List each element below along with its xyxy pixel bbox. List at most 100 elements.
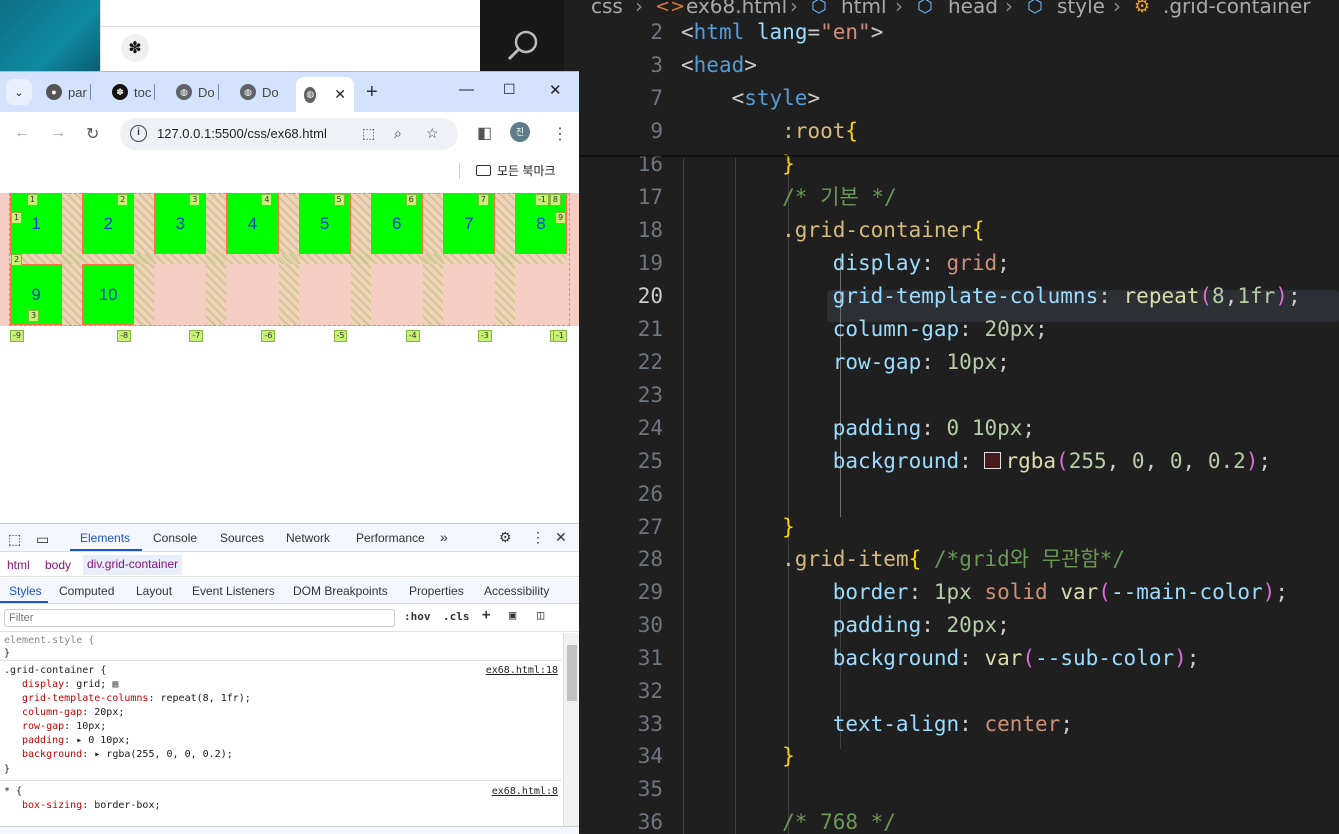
translate-icon[interactable]: ⬚	[362, 125, 375, 142]
style-prop[interactable]: padding: ▸ 0 10px;	[22, 735, 130, 746]
code-line[interactable]: 18 .grid-container{	[579, 214, 1339, 247]
zoom-icon[interactable]: ⌕	[394, 125, 402, 142]
line-number: 18	[637, 218, 663, 242]
code-line[interactable]: 3 <head>	[579, 49, 1339, 82]
forward-icon[interactable]: →	[50, 124, 66, 142]
styles-filter-input[interactable]	[4, 609, 395, 627]
hov-toggle[interactable]: :hov	[404, 610, 431, 623]
more-tabs-icon[interactable]: »	[440, 529, 448, 545]
breadcrumb-file[interactable]: ex68.html	[686, 0, 787, 18]
close-tab-icon[interactable]: ✕	[334, 86, 346, 103]
settings-gear-icon[interactable]: ⚙	[499, 529, 512, 546]
code-line[interactable]: 7 <style>	[579, 82, 1339, 115]
code-line[interactable]: 16 }	[579, 148, 1339, 181]
tab-sources[interactable]: Sources	[220, 531, 264, 545]
cls-toggle[interactable]: .cls	[443, 610, 470, 623]
code-line[interactable]: 34 }	[579, 740, 1339, 773]
app-icon[interactable]: ✽	[121, 34, 149, 62]
tab-performance[interactable]: Performance	[356, 531, 425, 545]
code-line[interactable]: 17 /* 기본 */	[579, 181, 1339, 214]
color-swatch[interactable]	[984, 452, 1002, 469]
code-line[interactable]: 31 background: var(--sub-color);	[579, 642, 1339, 675]
devtools-menu-icon[interactable]: ⋮	[531, 529, 545, 546]
device-toolbar-icon[interactable]: ▭	[36, 531, 49, 548]
breadcrumb-style[interactable]: style	[1057, 0, 1105, 18]
side-panel-icon[interactable]: ◧	[477, 123, 492, 143]
grid-line-label: 1	[27, 194, 39, 206]
minimize-icon[interactable]: —	[459, 81, 474, 98]
style-prop[interactable]: background: ▸ rgba(255, 0, 0, 0.2);	[22, 749, 233, 760]
breadcrumb-css[interactable]: css	[591, 0, 623, 18]
code-line[interactable]: 24 padding: 0 10px;	[579, 412, 1339, 445]
tab-console[interactable]: Console	[153, 531, 197, 545]
code-line[interactable]: 23	[579, 379, 1339, 412]
all-bookmarks-button[interactable]: 모든 북마크	[476, 162, 556, 179]
subtab-styles[interactable]: Styles	[9, 584, 42, 598]
reload-icon[interactable]: ↻	[86, 124, 99, 144]
breadcrumb-html[interactable]: html	[841, 0, 887, 18]
code-line[interactable]: 22 row-gap: 10px;	[579, 346, 1339, 379]
code-line[interactable]: 25 background: rgba(255, 0, 0, 0.2);	[579, 445, 1339, 478]
tab-1[interactable]: ● par	[46, 78, 91, 106]
new-rule-icon[interactable]: +	[482, 607, 490, 623]
tab-2[interactable]: ✽ toc	[112, 78, 156, 106]
close-devtools-icon[interactable]: ✕	[555, 529, 567, 546]
maximize-icon[interactable]: ☐	[503, 81, 516, 98]
code-line[interactable]: 29 border: 1px solid var(--main-color);	[579, 576, 1339, 609]
site-info-icon[interactable]: i	[130, 125, 147, 142]
address-bar[interactable]: i 127.0.0.1:5500/css/ex68.html ⬚ ⌕ ☆	[120, 118, 458, 150]
tab-elements[interactable]: Elements	[80, 531, 130, 545]
menu-dots-icon[interactable]: ⋮	[552, 124, 568, 144]
crumb-html[interactable]: html	[7, 558, 30, 572]
subtab-dom-breakpoints[interactable]: DOM Breakpoints	[293, 584, 388, 598]
code-line[interactable]: 33 text-align: center;	[579, 708, 1339, 741]
tab-network[interactable]: Network	[286, 531, 330, 545]
grid-line-label: -1	[553, 330, 567, 342]
grid-container[interactable]: 1234567891012345678-1-9-8-7-6-5-4-3-2-11…	[0, 193, 579, 342]
subtab-accessibility[interactable]: Accessibility	[484, 584, 549, 598]
sidebar-toggle-icon[interactable]: ◫	[537, 608, 544, 622]
code-line[interactable]: 26	[579, 478, 1339, 511]
style-prop[interactable]: grid-template-columns: repeat(8, 1fr);	[22, 693, 251, 704]
code-line[interactable]: 35	[579, 773, 1339, 806]
code-line[interactable]: 36 /* 768 */	[579, 806, 1339, 834]
code-line[interactable]: 21 column-gap: 20px;	[579, 313, 1339, 346]
tab-active[interactable]: ◍ ✕	[296, 77, 354, 112]
code-line[interactable]: 20 grid-template-columns: repeat(8,1fr);	[579, 280, 1339, 313]
code-line[interactable]: 30 padding: 20px;	[579, 609, 1339, 642]
styles-scrollbar[interactable]	[563, 633, 579, 834]
style-prop[interactable]: row-gap: 10px;	[22, 721, 106, 732]
new-tab-button[interactable]: +	[366, 78, 378, 106]
crumb-body[interactable]: body	[45, 558, 71, 572]
grid-editor-icon[interactable]: ▦	[112, 679, 118, 690]
code-line[interactable]: 19 display: grid;	[579, 247, 1339, 280]
subtab-event-listeners[interactable]: Event Listeners	[192, 584, 275, 598]
paint-icon[interactable]: ▣	[509, 608, 516, 622]
rule-source-link[interactable]: ex68.html:18	[486, 665, 558, 676]
crumb-grid-container[interactable]: div.grid-container	[83, 555, 183, 575]
code-line[interactable]: 9 :root{	[579, 115, 1339, 148]
rule-source-link[interactable]: ex68.html:8	[492, 786, 558, 797]
code-line[interactable]: 27 }	[579, 511, 1339, 544]
breadcrumb-class[interactable]: .grid-container	[1163, 0, 1311, 18]
inspect-icon[interactable]: ⬚	[8, 531, 21, 548]
code-editor[interactable]: 2 <html lang="en"> 3 <head> 7 <style> 9 :root…	[579, 0, 1339, 834]
search-icon[interactable]	[506, 28, 540, 62]
style-prop[interactable]: box-sizing: border-box;	[22, 800, 161, 811]
breadcrumb-head[interactable]: head	[948, 0, 998, 18]
bookmark-star-icon[interactable]: ☆	[426, 125, 439, 142]
close-window-icon[interactable]: ✕	[549, 81, 562, 99]
style-prop[interactable]: display: grid; ▦	[22, 679, 118, 690]
subtab-layout[interactable]: Layout	[136, 584, 172, 598]
back-icon[interactable]: ←	[14, 124, 30, 142]
line-number: 27	[637, 515, 663, 539]
tab-3[interactable]: ◍ Do	[176, 78, 219, 106]
subtab-properties[interactable]: Properties	[409, 584, 464, 598]
code-line[interactable]: 28 .grid-item{ /*grid와 무관함*/	[579, 543, 1339, 576]
tab-search-button[interactable]: ⌄	[6, 79, 32, 105]
profile-avatar[interactable]: 진	[510, 122, 530, 142]
tab-4[interactable]: ◍ Do	[240, 78, 279, 106]
subtab-computed[interactable]: Computed	[59, 584, 114, 598]
style-prop[interactable]: column-gap: 20px;	[22, 707, 124, 718]
code-line[interactable]: 32	[579, 675, 1339, 708]
